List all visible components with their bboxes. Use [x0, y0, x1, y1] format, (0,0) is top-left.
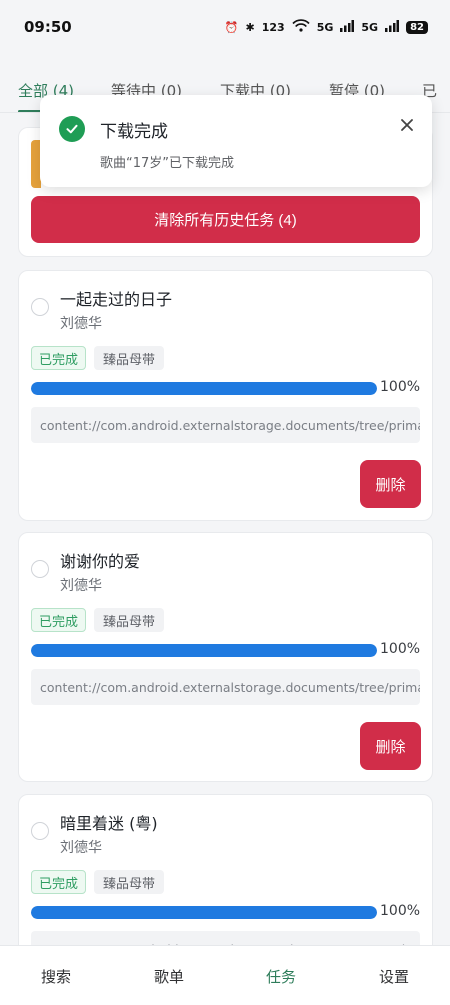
signal-bars-icon-2 [385, 19, 400, 35]
close-icon[interactable] [398, 116, 416, 134]
progress-fill [31, 644, 377, 657]
signal-5g-2: 5G [361, 20, 379, 34]
nav-search[interactable]: 搜索 [41, 966, 71, 987]
download-path: content://com.android.externalstorage.do… [31, 407, 420, 443]
bluetooth-icon: ✱ [245, 20, 255, 34]
song-title: 谢谢你的爱 [60, 552, 141, 571]
progress-percent: 100% [380, 641, 421, 657]
toast-title: 下载完成 [100, 122, 168, 142]
progress-percent: 100% [380, 379, 421, 395]
wifi-icon [292, 19, 310, 35]
task-card: 一起走过的日子 刘德华 已完成 臻品母带 100% content://com.… [18, 270, 433, 521]
progress-fill [31, 906, 377, 919]
task-select-checkbox[interactable] [31, 560, 49, 578]
signal-bars-icon [340, 19, 355, 35]
nav-settings[interactable]: 设置 [379, 966, 409, 987]
progress-fill [31, 382, 377, 395]
success-check-icon [59, 116, 85, 142]
task-card: 谢谢你的爱 刘德华 已完成 臻品母带 100% content://com.an… [18, 532, 433, 782]
status-bar: 09:50 ⏰ ✱ 123 5G 5G 82 [0, 0, 450, 54]
progress-bar [31, 644, 377, 657]
song-artist: 刘德华 [60, 840, 102, 856]
download-path: content://com.android.externalstorage.do… [31, 669, 420, 705]
song-artist: 刘德华 [60, 578, 102, 594]
clear-all-history-button[interactable]: 清除所有历史任务 (4) [31, 196, 420, 243]
download-complete-toast: 下载完成 歌曲“17岁”已下载完成 [40, 95, 432, 187]
delete-task-button[interactable]: 删除 [360, 460, 421, 508]
status-badge: 已完成 [31, 608, 87, 632]
status-badge: 已完成 [31, 346, 87, 370]
song-title: 暗里着迷 (粤) [60, 814, 158, 833]
quality-badge: 臻品母带 [94, 346, 165, 370]
task-select-checkbox[interactable] [31, 822, 49, 840]
task-select-checkbox[interactable] [31, 298, 49, 316]
progress-bar [31, 382, 377, 395]
quality-badge: 臻品母带 [94, 608, 165, 632]
status-time: 09:50 [24, 18, 72, 36]
progress-bar [31, 906, 377, 919]
song-title: 一起走过的日子 [60, 290, 173, 309]
alarm-icon: ⏰ [224, 20, 239, 34]
status-badge: 已完成 [31, 870, 87, 894]
status-icons: ⏰ ✱ 123 5G 5G 82 [225, 19, 428, 35]
nav-tasks[interactable]: 任务 [266, 966, 296, 987]
delete-task-button[interactable]: 删除 [360, 722, 421, 770]
signal-5g-1: 5G [316, 20, 334, 34]
quality-badge: 臻品母带 [94, 870, 165, 894]
bottom-navigation: 搜索 歌单 任务 设置 [0, 945, 450, 1005]
battery-indicator: 82 [406, 20, 428, 34]
nav-playlists[interactable]: 歌单 [154, 966, 184, 987]
network-speed: 123 [261, 20, 285, 34]
toast-message: 歌曲“17岁”已下载完成 [100, 156, 235, 171]
song-artist: 刘德华 [60, 316, 102, 332]
progress-percent: 100% [380, 903, 421, 919]
